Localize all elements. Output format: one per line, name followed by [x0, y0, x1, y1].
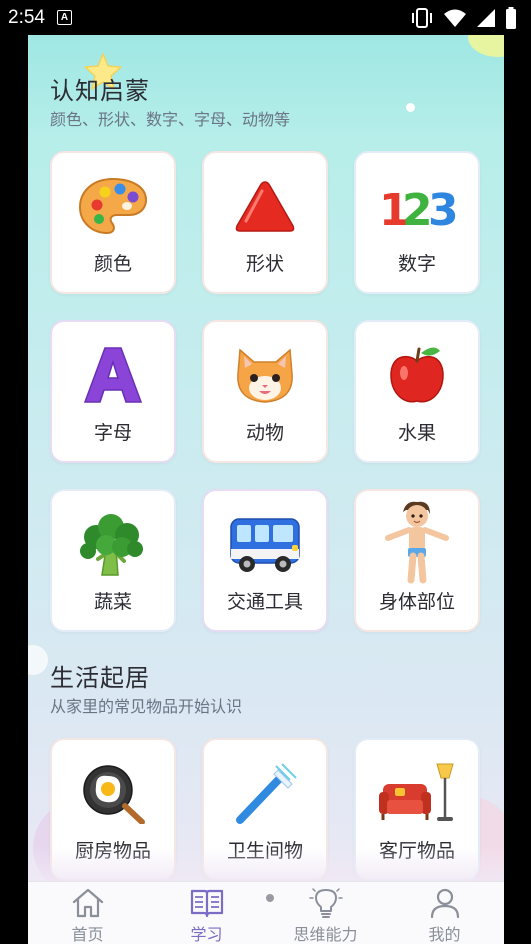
svg-text:3: 3 — [428, 185, 457, 235]
deco-bubble — [28, 645, 48, 675]
wifi-icon — [444, 9, 466, 27]
toothbrush-icon — [204, 760, 326, 826]
book-icon — [190, 886, 224, 919]
section-subtitle: 从家里的常见物品开始认识 — [50, 697, 243, 716]
sofa-lamp-icon — [356, 760, 478, 826]
apple-icon — [356, 342, 478, 408]
tab-label: 学习 — [190, 925, 223, 944]
section-title: 认知启蒙 — [50, 77, 150, 105]
tab-label: 首页 — [71, 925, 104, 944]
status-icons — [410, 7, 517, 29]
deco-bubble — [406, 103, 415, 112]
deco-bubble — [468, 35, 504, 57]
card-shape[interactable]: 形状 — [202, 151, 328, 294]
user-icon — [428, 886, 462, 919]
card-color[interactable]: 颜色 — [50, 151, 176, 294]
card-body[interactable]: 身体部位 — [354, 489, 480, 632]
card-label: 颜色 — [93, 253, 132, 275]
broccoli-icon — [52, 511, 174, 577]
letter-a-icon — [52, 342, 174, 408]
home-icon — [71, 886, 105, 919]
app-screen[interactable]: 认知启蒙 颜色、形状、数字、字母、动物等 颜色 形状 1 2 3 数字 字母 动… — [28, 35, 504, 944]
status-time: 2:54 — [8, 6, 45, 28]
bottom-tab-bar: 首页 学习 思维能力 我的 — [28, 881, 504, 944]
card-label: 形状 — [245, 253, 284, 275]
card-label: 身体部位 — [378, 591, 455, 613]
battery-icon — [506, 7, 516, 29]
card-label: 字母 — [93, 422, 132, 444]
card-transport[interactable]: 交通工具 — [202, 489, 328, 632]
card-animal[interactable]: 动物 — [202, 320, 328, 463]
lightbulb-icon — [308, 886, 343, 919]
card-label: 水果 — [397, 422, 436, 444]
tab-learn[interactable]: 学习 — [147, 882, 274, 944]
tab-thinking[interactable]: 思维能力 — [266, 882, 385, 944]
numbers-123-icon: 1 2 3 — [356, 173, 478, 239]
tab-label: 思维能力 — [293, 925, 358, 944]
card-fruit[interactable]: 水果 — [354, 320, 480, 463]
card-label: 数字 — [397, 253, 436, 275]
boy-body-icon — [356, 501, 478, 584]
signal-icon — [477, 9, 495, 27]
card-vegetable[interactable]: 蔬菜 — [50, 489, 176, 632]
bottom-fade — [28, 847, 504, 883]
card-label: 交通工具 — [226, 591, 303, 613]
tab-mine[interactable]: 我的 — [385, 882, 504, 944]
cat-icon — [204, 342, 326, 408]
triangle-icon — [204, 173, 326, 239]
bus-icon — [204, 511, 326, 577]
section-subtitle: 颜色、形状、数字、字母、动物等 — [50, 110, 291, 129]
card-label: 蔬菜 — [93, 591, 132, 613]
card-label: 动物 — [245, 422, 284, 444]
tab-home[interactable]: 首页 — [28, 882, 147, 944]
card-number[interactable]: 1 2 3 数字 — [354, 151, 480, 294]
notification-a-icon: A — [56, 10, 72, 25]
vibrate-icon — [412, 8, 432, 28]
card-letter[interactable]: 字母 — [50, 320, 176, 463]
section-title: 生活起居 — [50, 664, 150, 692]
frying-pan-icon — [52, 760, 174, 826]
palette-icon — [52, 173, 174, 239]
tab-label: 我的 — [428, 925, 461, 944]
status-bar: 2:54 A — [0, 0, 531, 35]
